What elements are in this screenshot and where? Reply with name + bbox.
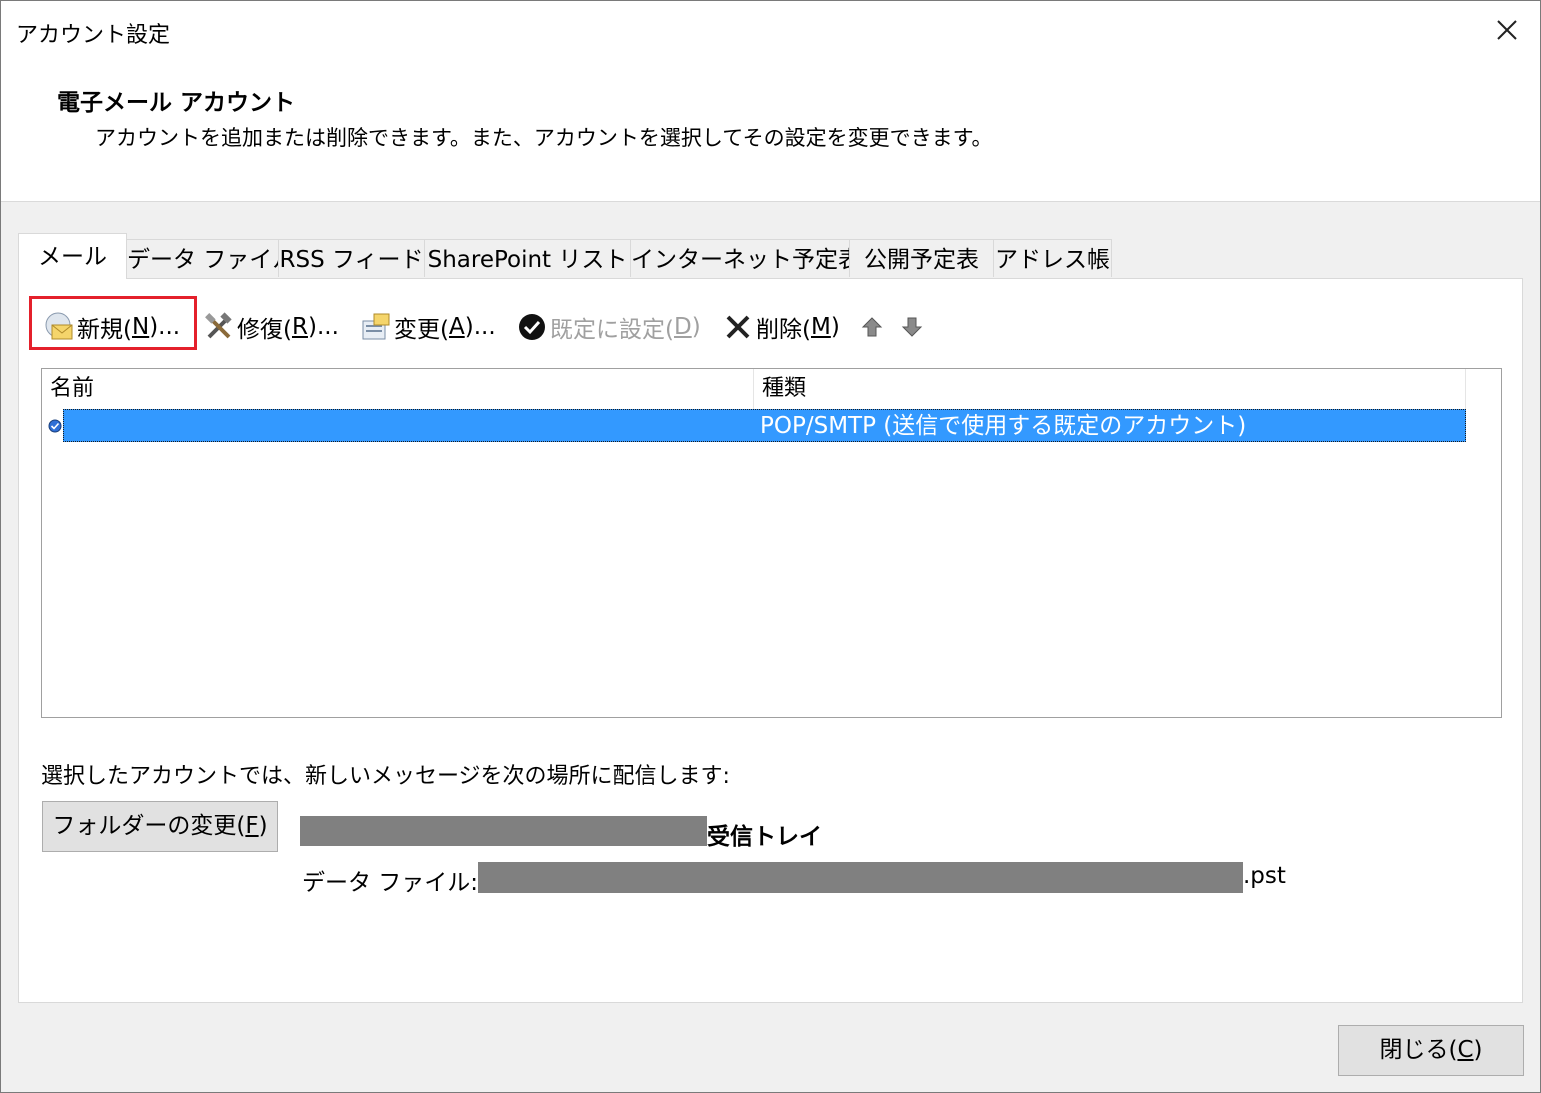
close-label-pre: 閉じる( (1379, 1037, 1458, 1063)
column-header-type[interactable]: 種類 (754, 369, 1466, 409)
move-down-button[interactable] (901, 307, 923, 347)
new-account-button[interactable]: 新規(N)... (43, 307, 180, 347)
new-label-key: N (131, 314, 150, 340)
window-title: アカウント設定 (16, 23, 171, 48)
dialog-header: アカウント設定 電子メール アカウント アカウントを追加または削除できます。また… (1, 1, 1540, 202)
redacted-data-file-path (478, 862, 1243, 893)
data-file-extension: .pst (1243, 863, 1286, 889)
new-label-pre: 新規( (77, 317, 132, 343)
change-account-button[interactable]: 変更(A)... (360, 307, 496, 347)
change-label-post: )... (464, 314, 496, 340)
repair-label-pre: 修復( (237, 317, 292, 343)
repair-label-key: R (291, 314, 308, 340)
change-label-key: A (448, 314, 465, 340)
tab-data-files[interactable]: データ ファイル (126, 239, 295, 277)
inbox-folder-label: 受信トレイ (707, 824, 822, 850)
remove-label-pre: 削除( (756, 317, 811, 343)
set-default-label-post: ) (691, 314, 701, 340)
close-window-button[interactable] (1487, 13, 1527, 49)
change-label-pre: 変更( (394, 317, 449, 343)
close-label-post: ) (1473, 1037, 1483, 1063)
account-list: 名前 種類 POP/SMTP (送信で使用する既定のアカウント) (41, 368, 1502, 718)
tab-address-books[interactable]: アドレス帳 (993, 239, 1112, 277)
close-label-key: C (1457, 1037, 1474, 1063)
tab-rss-feeds[interactable]: RSS フィード (278, 239, 425, 277)
repair-label-post: )... (307, 314, 339, 340)
tab-published-calendars[interactable]: 公開予定表 (849, 239, 994, 277)
move-up-button[interactable] (861, 307, 883, 347)
remove-label-post: ) (830, 314, 840, 340)
remove-label-key: M (810, 314, 831, 340)
account-type: POP/SMTP (送信で使用する既定のアカウント) (760, 413, 1247, 439)
close-button[interactable]: 閉じる(C) (1338, 1025, 1524, 1076)
checkmark-circle-icon (519, 314, 545, 340)
tab-sharepoint-lists[interactable]: SharePoint リスト (424, 239, 631, 277)
change-folder-label-key: F (245, 813, 259, 839)
new-mail-icon (45, 312, 73, 340)
column-header-name[interactable]: 名前 (42, 369, 754, 409)
set-default-button[interactable]: 既定に設定(D) (516, 307, 701, 347)
tab-mail[interactable]: メール (18, 233, 127, 279)
tools-icon (205, 312, 232, 339)
change-folder-button[interactable]: フォルダーの変更(F) (42, 801, 278, 852)
arrow-up-icon (861, 317, 883, 337)
delete-x-icon (726, 315, 750, 339)
change-folder-label-pre: フォルダーの変更( (52, 813, 246, 839)
account-row[interactable]: POP/SMTP (送信で使用する既定のアカウント) (63, 409, 1466, 442)
change-folder-label-post: ) (258, 813, 268, 839)
tab-internet-calendars[interactable]: インターネット予定表 (630, 239, 861, 277)
redacted-folder-path (300, 816, 707, 846)
default-account-icon (48, 419, 62, 433)
section-description: アカウントを追加または削除できます。また、アカウントを選択してその設定を変更でき… (95, 126, 993, 150)
change-settings-icon (362, 313, 390, 340)
close-icon (1497, 20, 1517, 40)
remove-account-button[interactable]: 削除(M) (722, 307, 840, 347)
new-label-post: )... (149, 314, 181, 340)
repair-account-button[interactable]: 修復(R)... (203, 307, 339, 347)
set-default-label-pre: 既定に設定( (550, 317, 674, 343)
delivery-info-text: 選択したアカウントでは、新しいメッセージを次の場所に配信します: (41, 764, 730, 789)
section-heading: 電子メール アカウント (57, 90, 296, 116)
arrow-down-icon (901, 317, 923, 337)
account-settings-dialog: アカウント設定 電子メール アカウント アカウントを追加または削除できます。また… (0, 0, 1541, 1093)
set-default-label-key: D (673, 314, 692, 340)
